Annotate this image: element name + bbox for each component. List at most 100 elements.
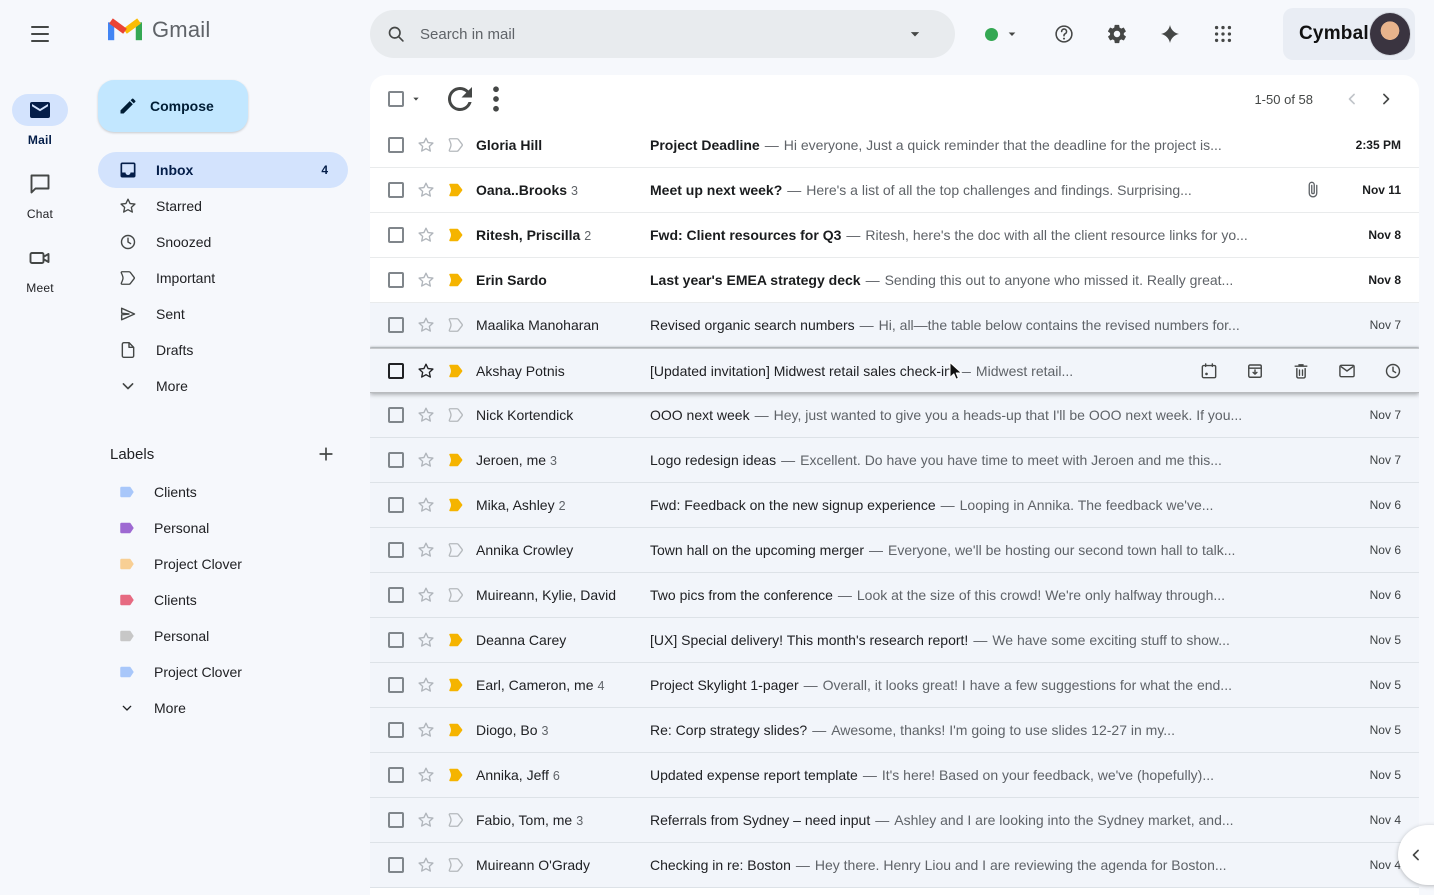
calendar-icon[interactable]: [1199, 361, 1219, 381]
star-icon[interactable]: [416, 270, 436, 290]
sidebar-item-important[interactable]: Important: [98, 260, 348, 296]
row-checkbox[interactable]: [388, 812, 404, 828]
add-label-icon[interactable]: [316, 444, 336, 464]
star-icon[interactable]: [416, 855, 436, 875]
label-item-personal[interactable]: Personal: [98, 510, 348, 546]
row-checkbox[interactable]: [388, 452, 404, 468]
star-icon[interactable]: [416, 450, 436, 470]
email-row[interactable]: Akshay Potnis[Updated invitation] Midwes…: [370, 348, 1419, 393]
row-checkbox[interactable]: [388, 542, 404, 558]
delete-icon[interactable]: [1291, 361, 1311, 381]
older-page-icon[interactable]: [1369, 82, 1403, 116]
main-menu-icon[interactable]: [22, 16, 58, 52]
help-icon[interactable]: [1044, 14, 1084, 54]
importance-marker-icon[interactable]: [446, 180, 466, 200]
importance-marker-icon[interactable]: [446, 540, 466, 560]
email-row[interactable]: Fabio, Tom, me3Referrals from Sydney – n…: [370, 798, 1419, 843]
importance-marker-icon[interactable]: [446, 315, 466, 335]
importance-marker-icon[interactable]: [446, 630, 466, 650]
email-row[interactable]: Oana..Brooks3Meet up next week?—Here's a…: [370, 168, 1419, 213]
row-checkbox[interactable]: [388, 137, 404, 153]
sidebar-item-starred[interactable]: Starred: [98, 188, 348, 224]
mark-unread-icon[interactable]: [1337, 361, 1357, 381]
select-caret-icon[interactable]: [408, 91, 424, 107]
more-options-icon[interactable]: [478, 81, 514, 117]
label-item-clients[interactable]: Clients: [98, 582, 348, 618]
importance-marker-icon[interactable]: [446, 225, 466, 245]
importance-marker-icon[interactable]: [446, 765, 466, 785]
account-pill[interactable]: Cymbal: [1283, 8, 1415, 60]
importance-marker-icon[interactable]: [446, 720, 466, 740]
avatar[interactable]: [1369, 12, 1411, 56]
row-checkbox[interactable]: [388, 407, 404, 423]
row-checkbox[interactable]: [388, 767, 404, 783]
row-checkbox[interactable]: [388, 363, 404, 379]
email-row[interactable]: Earl, Cameron, me4Project Skylight 1-pag…: [370, 663, 1419, 708]
star-icon[interactable]: [416, 225, 436, 245]
importance-marker-icon[interactable]: [446, 361, 466, 381]
sidebar-item-snoozed[interactable]: Snoozed: [98, 224, 348, 260]
rail-item-chat[interactable]: Chat: [0, 168, 80, 221]
label-item-project-clover[interactable]: Project Clover: [98, 654, 348, 690]
sidebar-item-sent[interactable]: Sent: [98, 296, 348, 332]
search-input[interactable]: [420, 26, 897, 43]
importance-marker-icon[interactable]: [446, 135, 466, 155]
star-icon[interactable]: [416, 675, 436, 695]
refresh-icon[interactable]: [442, 81, 478, 117]
sidebar-item-inbox[interactable]: Inbox4: [98, 152, 348, 188]
email-row[interactable]: Muireann, Kylie, DavidTwo pics from the …: [370, 573, 1419, 618]
importance-marker-icon[interactable]: [446, 855, 466, 875]
label-item-personal[interactable]: Personal: [98, 618, 348, 654]
email-row[interactable]: Maalika ManoharanRevised organic search …: [370, 303, 1419, 348]
apps-grid-icon[interactable]: [1203, 14, 1243, 54]
star-icon[interactable]: [416, 765, 436, 785]
email-row[interactable]: Annika CrowleyTown hall on the upcoming …: [370, 528, 1419, 573]
importance-marker-icon[interactable]: [446, 270, 466, 290]
email-row[interactable]: Ritesh, Priscilla2Fwd: Client resources …: [370, 213, 1419, 258]
compose-button[interactable]: Compose: [98, 80, 248, 132]
importance-marker-icon[interactable]: [446, 450, 466, 470]
search-bar[interactable]: [370, 10, 955, 58]
archive-icon[interactable]: [1245, 361, 1265, 381]
email-row[interactable]: Gloria HillProject Deadline—Hi everyone,…: [370, 123, 1419, 168]
gemini-sparkle-icon[interactable]: [1150, 14, 1190, 54]
email-row[interactable]: Muireann O'GradyChecking in re: Boston—H…: [370, 843, 1419, 888]
row-checkbox[interactable]: [388, 227, 404, 243]
row-checkbox[interactable]: [388, 722, 404, 738]
importance-marker-icon[interactable]: [446, 675, 466, 695]
star-icon[interactable]: [416, 540, 436, 560]
star-icon[interactable]: [416, 495, 436, 515]
sidebar-item-drafts[interactable]: Drafts: [98, 332, 348, 368]
importance-marker-icon[interactable]: [446, 405, 466, 425]
email-row[interactable]: Deanna Carey[UX] Special delivery! This …: [370, 618, 1419, 663]
presence-status[interactable]: [985, 26, 1020, 42]
row-checkbox[interactable]: [388, 632, 404, 648]
importance-marker-icon[interactable]: [446, 495, 466, 515]
settings-gear-icon[interactable]: [1097, 14, 1137, 54]
importance-marker-icon[interactable]: [446, 585, 466, 605]
star-icon[interactable]: [416, 180, 436, 200]
star-icon[interactable]: [416, 585, 436, 605]
star-icon[interactable]: [416, 810, 436, 830]
star-icon[interactable]: [416, 405, 436, 425]
row-checkbox[interactable]: [388, 857, 404, 873]
search-options-caret-icon[interactable]: [905, 24, 925, 44]
row-checkbox[interactable]: [388, 587, 404, 603]
star-icon[interactable]: [416, 135, 436, 155]
rail-item-meet[interactable]: Meet: [0, 242, 80, 295]
email-row[interactable]: Jeroen, me3Logo redesign ideas—Excellent…: [370, 438, 1419, 483]
select-all-checkbox[interactable]: [388, 91, 404, 107]
row-checkbox[interactable]: [388, 272, 404, 288]
rail-item-mail[interactable]: Mail: [0, 94, 80, 147]
email-row[interactable]: Diogo, Bo3Re: Corp strategy slides?—Awes…: [370, 708, 1419, 753]
labels-more[interactable]: More: [98, 690, 348, 726]
label-item-clients[interactable]: Clients: [98, 474, 348, 510]
row-checkbox[interactable]: [388, 677, 404, 693]
star-icon[interactable]: [416, 315, 436, 335]
email-row[interactable]: Annika, Jeff6Updated expense report temp…: [370, 753, 1419, 798]
star-icon[interactable]: [416, 630, 436, 650]
row-checkbox[interactable]: [388, 182, 404, 198]
star-icon[interactable]: [416, 720, 436, 740]
star-icon[interactable]: [416, 361, 436, 381]
email-row[interactable]: Mika, Ashley2Fwd: Feedback on the new si…: [370, 483, 1419, 528]
